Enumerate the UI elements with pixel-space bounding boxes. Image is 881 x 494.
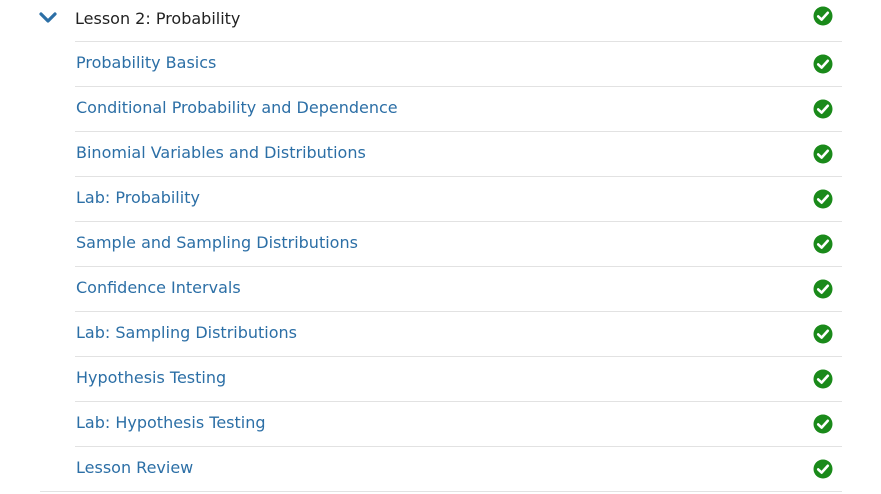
lesson-item-row[interactable]: Probability Basics [75,41,842,86]
lesson-item-link[interactable]: Conditional Probability and Dependence [76,98,398,117]
check-circle-icon [813,99,833,119]
lesson-item-link[interactable]: Binomial Variables and Distributions [76,143,366,162]
lesson-item-row[interactable]: Conditional Probability and Dependence [75,86,842,131]
lesson-item-row[interactable]: Hypothesis Testing [75,356,842,401]
check-circle-icon [813,459,833,479]
lesson-item-link[interactable]: Confidence Intervals [76,278,241,297]
lesson-item-link[interactable]: Sample and Sampling Distributions [76,233,358,252]
chevron-down-icon[interactable] [38,10,58,26]
check-circle-icon [813,324,833,344]
lesson-item-row[interactable]: Lab: Probability [75,176,842,221]
check-circle-icon [813,189,833,209]
check-circle-icon [813,279,833,299]
lesson-item-link[interactable]: Lesson Review [76,458,193,477]
lesson-item-row[interactable]: Lab: Sampling Distributions [75,311,842,356]
lesson-item-row[interactable]: Lesson Review [75,446,842,491]
lesson-item-link[interactable]: Lab: Sampling Distributions [76,323,297,342]
check-circle-icon [813,6,833,26]
check-circle-icon [813,54,833,74]
check-circle-icon [813,414,833,434]
lesson-item-row[interactable]: Confidence Intervals [75,266,842,311]
lesson-title: Lesson 2: Probability [75,9,241,28]
lesson-item-row[interactable]: Lab: Hypothesis Testing [75,401,842,446]
check-circle-icon [813,144,833,164]
lesson-item-row[interactable]: Sample and Sampling Distributions [75,221,842,266]
lesson-item-link[interactable]: Lab: Probability [76,188,200,207]
lesson-item-link[interactable]: Hypothesis Testing [76,368,226,387]
list-bottom-divider [40,491,842,492]
lesson-item-link[interactable]: Probability Basics [76,53,216,72]
lesson-item-row[interactable]: Binomial Variables and Distributions [75,131,842,176]
lesson-header[interactable]: Lesson 2: Probability [0,0,881,42]
check-circle-icon [813,234,833,254]
check-circle-icon [813,369,833,389]
lesson-item-link[interactable]: Lab: Hypothesis Testing [76,413,266,432]
